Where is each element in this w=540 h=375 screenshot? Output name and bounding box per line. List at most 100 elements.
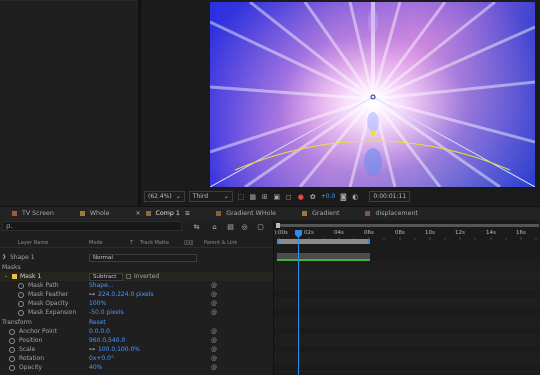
stopwatch-icon[interactable] [9, 347, 15, 353]
expression-pick-whip-icon[interactable]: @ [211, 364, 218, 371]
current-time-display[interactable]: 0:00:01:11 [369, 191, 411, 202]
shy-layers-icon[interactable]: ⌂ [210, 222, 219, 231]
layer-duration-bar[interactable] [277, 253, 370, 261]
grid-icon[interactable]: ⊞ [261, 193, 269, 201]
mask-row[interactable]: ⌄ Mask 1 Subtract Inverted [0, 272, 273, 281]
mode-header[interactable]: Mode [89, 240, 103, 246]
property-value[interactable]: 0x+0.0° [89, 354, 114, 363]
region-of-interest-icon[interactable]: ⬚ [237, 193, 245, 201]
stopwatch-icon[interactable] [9, 356, 15, 362]
expression-pick-whip-icon[interactable]: @ [211, 309, 218, 316]
close-icon[interactable]: × [136, 210, 141, 216]
t-header[interactable]: T [130, 240, 133, 246]
tab-label: Gradient [312, 210, 340, 217]
snapshot-icon[interactable]: ◙ [339, 193, 347, 201]
tab-gradient[interactable]: Gradient [290, 207, 353, 221]
scale-row[interactable]: Scale ⊶ 100.0,100.0% @ [0, 345, 273, 354]
opacity-row[interactable]: Opacity 40% @ [0, 363, 273, 372]
tab-gradient-whole[interactable]: Gradient WHole [204, 207, 290, 221]
property-value[interactable]: -50.0 pixels [89, 308, 124, 317]
graph-editor-icon[interactable]: ▢ [256, 222, 265, 231]
mask-path-row[interactable]: Mask Path Shape... @ [0, 281, 273, 290]
layer-name[interactable]: Shape 1 [10, 253, 35, 262]
expression-pick-whip-icon[interactable]: @ [211, 346, 218, 353]
expression-pick-whip-icon[interactable]: @ [211, 300, 218, 307]
motion-blur-icon[interactable]: ◎ [240, 222, 249, 231]
mask-visibility-icon[interactable]: ▣ [273, 193, 281, 201]
stopwatch-icon[interactable] [9, 329, 15, 335]
mask-expansion-track [274, 308, 540, 317]
expression-pick-whip-icon[interactable]: @ [211, 282, 218, 289]
camera-icon[interactable]: ◻ [285, 193, 293, 201]
transform-group-row[interactable]: Transform Reset [0, 318, 273, 327]
timeline-column-header: Layer Name Mode T Track Matte ◫◫ Parent … [0, 238, 273, 248]
rotation-row[interactable]: Rotation 0x+0.0° @ [0, 354, 273, 363]
comp-mini-flowchart-icon[interactable]: ⇆ [192, 222, 201, 231]
mask-feather-row[interactable]: Mask Feather ⊶ 224.0,224.0 pixels @ [0, 290, 273, 299]
link-icon[interactable]: ⊶ [89, 290, 95, 299]
expression-pick-whip-icon[interactable]: @ [211, 337, 218, 344]
layer-row[interactable]: ❯ 1 Shape 1 Normal [0, 253, 273, 262]
inverted-checkbox[interactable] [126, 274, 131, 279]
position-row[interactable]: Position 960.0,540.0 @ [0, 336, 273, 345]
label-color-swatch [79, 211, 85, 216]
property-value[interactable]: Shape... [89, 281, 114, 290]
zoom-dropdown[interactable]: (62.4%) ⌄ [144, 191, 185, 202]
stopwatch-icon[interactable] [18, 301, 24, 307]
timecode: 0:00:01:11 [373, 193, 407, 200]
inverted-label: Inverted [134, 273, 160, 280]
tab-tv-screen[interactable]: TV Screen [0, 207, 68, 221]
color-management-icon[interactable]: ✿ [309, 193, 317, 201]
property-value[interactable]: 960.0,540.0 [89, 336, 125, 345]
expression-pick-whip-icon[interactable]: @ [211, 355, 218, 362]
masks-group-row[interactable]: Masks [0, 263, 273, 272]
property-value[interactable]: 100.0,100.0% [98, 345, 140, 354]
mask-opacity-row[interactable]: Mask Opacity 100% @ [0, 299, 273, 308]
menu-icon[interactable]: ≡ [185, 210, 190, 217]
work-area-bar[interactable] [277, 239, 370, 244]
mask-color-swatch[interactable] [12, 274, 17, 279]
property-value[interactable]: 224.0,224.0 pixels [98, 290, 154, 299]
resolution-dropdown[interactable]: Third ⌄ [188, 191, 233, 202]
tab-displacement[interactable]: displacement [353, 207, 431, 221]
mask-mode-value: Subtract [93, 274, 117, 280]
property-value[interactable]: 0.0,0.0 [89, 327, 110, 336]
stopwatch-icon[interactable] [18, 310, 24, 316]
layer-name-header[interactable]: Layer Name [18, 240, 48, 246]
layer-mode-dropdown[interactable]: Normal [89, 254, 197, 262]
color-channels-icon[interactable]: ● [297, 193, 305, 201]
link-icon[interactable]: ⊶ [89, 345, 95, 354]
mask-mode-dropdown[interactable]: Subtract [89, 273, 123, 281]
current-time-indicator-line[interactable] [298, 238, 299, 375]
exposure-value[interactable]: +0.0 [321, 193, 336, 200]
property-value[interactable]: 40% [89, 363, 102, 372]
show-snapshot-icon[interactable]: ◐ [351, 193, 359, 201]
mask-name[interactable]: Mask 1 [20, 272, 41, 281]
stopwatch-icon[interactable] [18, 283, 24, 289]
chevron-right-icon[interactable]: ❯ [2, 253, 6, 262]
masks-track [274, 263, 540, 272]
stopwatch-icon[interactable] [9, 338, 15, 344]
anchor-point-row[interactable]: Anchor Point 0.0,0.0 @ [0, 327, 273, 336]
time-navigator-start-handle[interactable] [276, 223, 280, 228]
tab-whole[interactable]: Whole [68, 207, 124, 221]
property-value[interactable]: 100% [89, 299, 106, 308]
chevron-down-icon[interactable]: ⌄ [4, 272, 8, 281]
layer-mode-value: Normal [93, 255, 113, 261]
time-navigator[interactable] [276, 223, 539, 228]
reset-link[interactable]: Reset [89, 318, 106, 327]
composition-canvas[interactable] [210, 2, 535, 187]
transparency-grid-icon[interactable]: ▦ [249, 193, 257, 201]
tab-comp-1[interactable]: × Comp 1 ≡ [123, 207, 205, 221]
property-label: Anchor Point [19, 328, 57, 335]
expression-pick-whip-icon[interactable]: @ [211, 291, 218, 298]
stopwatch-icon[interactable] [9, 365, 15, 371]
ruler-label: 08s [395, 230, 405, 236]
frame-blending-icon[interactable]: ▤ [226, 222, 235, 231]
stopwatch-icon[interactable] [18, 292, 24, 298]
layer-search-input[interactable]: ρ. [2, 221, 182, 231]
mask-expansion-row[interactable]: Mask Expansion -50.0 pixels @ [0, 308, 273, 317]
expression-pick-whip-icon[interactable]: @ [211, 328, 218, 335]
track-matte-header[interactable]: Track Matte [140, 240, 169, 246]
parent-link-header[interactable]: Parent & Link [204, 240, 237, 246]
